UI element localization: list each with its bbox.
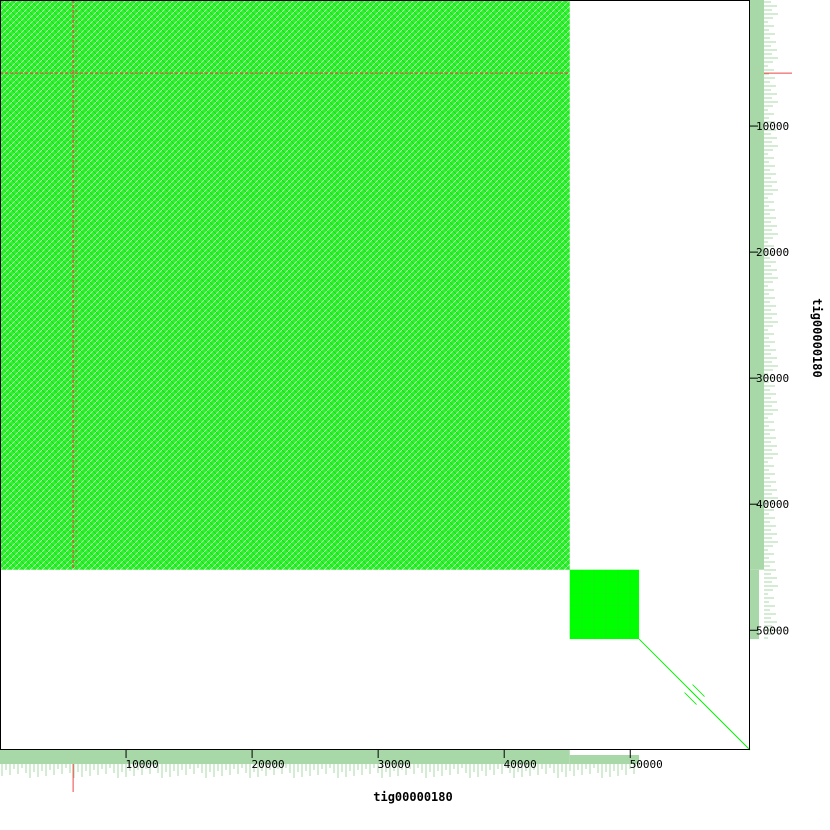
- x-tick-label: 10000: [125, 758, 158, 771]
- x-coverage-band-secondary: [569, 755, 640, 764]
- y-tick-label: 40000: [756, 498, 789, 511]
- x-tick-label: 20000: [252, 758, 285, 771]
- x-tick-label: 50000: [630, 758, 663, 771]
- y-tick-label: 50000: [756, 624, 789, 637]
- x-coverage-track: [0, 750, 640, 792]
- y-axis-title: tig00000180: [810, 298, 824, 377]
- tandem-repeat-block: [0, 0, 570, 570]
- second-repeat-block: [569, 569, 640, 640]
- y-tick-label: 20000: [756, 246, 789, 259]
- y-tick-label: 10000: [756, 120, 789, 133]
- x-tick-label: 30000: [378, 758, 411, 771]
- x-tick-label: 40000: [504, 758, 537, 771]
- y-coverage-band: [750, 0, 764, 570]
- repeat-regions: [0, 0, 640, 640]
- x-axis-title: tig00000180: [373, 790, 452, 804]
- dotplot-chart: 10000 20000 30000 40000 50000 10000 20000 3000…: [0, 0, 824, 804]
- y-coverage-track: [750, 0, 792, 640]
- y-tick-label: 30000: [756, 372, 789, 385]
- x-coverage-band: [0, 750, 570, 764]
